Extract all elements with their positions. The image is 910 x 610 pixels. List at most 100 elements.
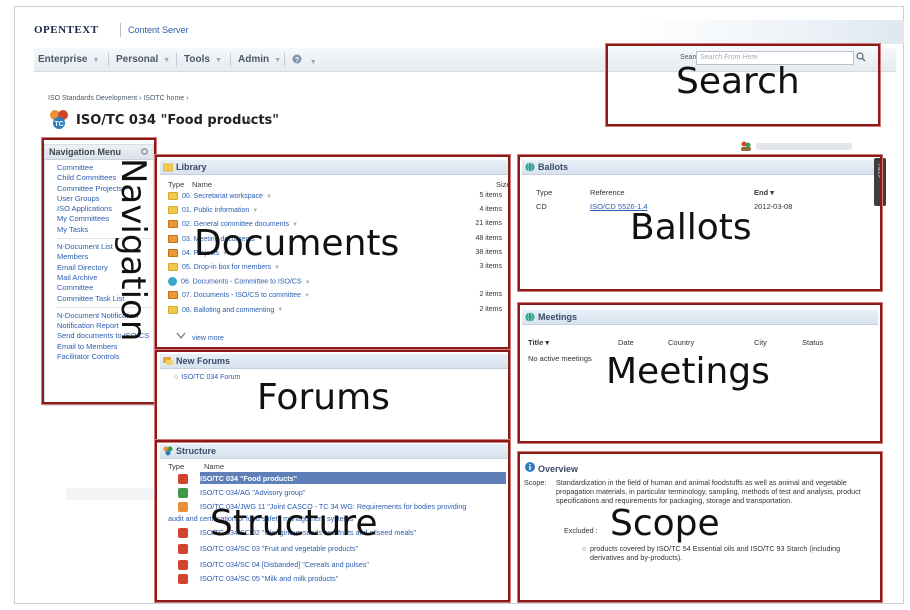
column-header-city[interactable]: City	[754, 338, 767, 347]
panel-header: New Forums	[160, 354, 510, 369]
chevron-down-icon[interactable]: ▼	[304, 293, 310, 299]
menu-enterprise[interactable]: Enterprise ▼	[38, 54, 99, 65]
ballot-end-date: 2012-03-08	[754, 202, 793, 211]
structure-item[interactable]: ISO/TC 034/SC 03 "Fruit and vegetable pr…	[178, 544, 518, 554]
annotation-label-navigation: Navigation	[113, 158, 153, 342]
bullet: ○	[582, 544, 587, 553]
chevron-down-icon[interactable]: ▼	[246, 117, 254, 126]
chevron-down-icon: ▼	[163, 57, 171, 64]
nav-link[interactable]: Email to Members	[57, 342, 155, 352]
column-header-name[interactable]: Name	[204, 462, 224, 471]
folder-icon	[168, 234, 178, 243]
library-item-name[interactable]: 05. Drop-in box for members	[182, 264, 271, 271]
empty-state-text: No active meetings	[528, 354, 592, 363]
committee-icon	[178, 502, 188, 512]
library-item-name[interactable]: 08. Balloting and commenting	[182, 306, 274, 313]
structure-item-name[interactable]: ISO/TC 034 "Food products"	[200, 474, 297, 483]
library-item[interactable]: 08. Balloting and commenting ▼ 2 items	[168, 305, 506, 314]
column-header-end[interactable]: End ▾	[754, 188, 774, 197]
library-item-size: 5 items	[479, 192, 502, 199]
chevron-down-icon: ▼	[309, 59, 317, 66]
structure-item[interactable]: ISO/TC 034/AG "Advisory group"	[178, 488, 518, 498]
product-name[interactable]: Content Server	[128, 25, 189, 35]
library-item[interactable]: 01. Public information ▼ 4 items	[168, 206, 506, 215]
panel-title: Ballots	[538, 162, 569, 172]
nav-divider	[176, 53, 177, 67]
annotation-label-search: Search	[676, 61, 800, 102]
globe-icon	[168, 277, 177, 287]
menu-admin[interactable]: Admin ▼	[238, 54, 281, 65]
folder-icon	[163, 163, 173, 172]
help-menu[interactable]: ? ▼	[292, 54, 317, 67]
library-item-size: 21 items	[475, 220, 502, 228]
library-item[interactable]: 06. Documents - Committee to ISO/CS ▼	[168, 277, 506, 287]
column-header-size[interactable]: Size	[496, 180, 511, 189]
view-more-link[interactable]: view more	[176, 332, 224, 342]
structure-item[interactable]: ISO/TC 034/SC 04 [Disbanded] "Cereals an…	[178, 560, 518, 570]
menu-tools[interactable]: Tools ▼	[184, 54, 222, 65]
chevron-down-icon[interactable]: ▼	[305, 280, 311, 286]
chevron-down-icon[interactable]: ▼	[266, 194, 272, 200]
menu-personal[interactable]: Personal ▼	[116, 54, 170, 65]
breadcrumb[interactable]: ISO Standards Development › ISOTC home ›	[48, 95, 188, 102]
app-header: OPENTEXT Content Server	[34, 20, 904, 44]
forum-item[interactable]: ○ ISO/TC 034 Forum	[174, 374, 240, 381]
column-header-name[interactable]: Name	[192, 180, 212, 189]
side-tab[interactable]: HELP	[874, 158, 886, 206]
folder-icon	[168, 206, 178, 215]
users-icon	[741, 141, 751, 151]
annotation-label-scope: Scope	[610, 503, 720, 544]
chevron-down-icon[interactable]: ▼	[274, 265, 280, 271]
column-header-type[interactable]: Type	[536, 188, 552, 197]
committee-icon: TC	[48, 108, 70, 130]
library-item-name[interactable]: 06. Documents - Committee to ISO/CS	[181, 279, 302, 286]
panel-title: Overview	[538, 464, 579, 474]
annotation-label-structure: Structure	[210, 503, 378, 544]
structure-icon	[163, 446, 173, 456]
excluded-label: Excluded :	[564, 526, 598, 535]
panel-title: Meetings	[538, 312, 578, 322]
chevron-down-icon: ▼	[214, 57, 222, 64]
info-icon	[525, 462, 535, 472]
panel-title: Navigation Menu	[49, 147, 122, 157]
library-item-size: 48 items	[475, 234, 502, 242]
structure-item[interactable]: ISO/TC 034/SC 05 "Milk and milk products…	[178, 574, 518, 584]
annotation-label-forums: Forums	[257, 377, 390, 418]
svg-text:TC: TC	[54, 121, 63, 128]
annotation-label-documents: Documents	[194, 223, 400, 264]
structure-item-name[interactable]: ISO/TC 034/SC 05 "Milk and milk products…	[200, 574, 338, 583]
library-item[interactable]: 07. Documents - ISO/CS to committee ▼ 2 it…	[168, 291, 506, 300]
library-item-name[interactable]: 01. Public information	[182, 207, 249, 214]
column-header-status[interactable]: Status	[802, 338, 823, 347]
structure-item[interactable]: ISO/TC 034 "Food products"	[178, 474, 518, 484]
globe-icon	[525, 312, 535, 322]
library-item-name[interactable]: 00. Secretariat workspace	[182, 193, 263, 200]
chevron-down-icon[interactable]: ▼	[252, 208, 258, 214]
panel-header: Library	[160, 160, 510, 175]
library-item[interactable]: 05. Drop-in box for members ▼ 3 items	[168, 263, 506, 271]
gear-icon[interactable]	[140, 147, 149, 156]
panel-title: New Forums	[176, 356, 231, 366]
structure-item-name[interactable]: ISO/TC 034/AG "Advisory group"	[200, 488, 305, 497]
nav-link[interactable]: Facilitator Controls	[57, 352, 155, 362]
column-header-reference[interactable]: Reference	[590, 188, 625, 197]
committee-icon	[178, 560, 188, 570]
column-header-date[interactable]: Date	[618, 338, 634, 347]
brand-logo[interactable]: OPENTEXT	[34, 24, 99, 36]
library-item-size: 4 items	[479, 206, 502, 214]
forum-icon	[163, 357, 173, 365]
column-header-title[interactable]: Title ▾	[528, 338, 549, 347]
folder-icon	[168, 248, 178, 257]
nav-divider	[108, 53, 109, 67]
chevron-down-icon[interactable]: ▼	[277, 307, 283, 313]
library-item[interactable]: 00. Secretariat workspace ▼ 5 items	[168, 192, 506, 200]
chevron-down-icon: ▼	[92, 57, 100, 64]
column-header-type[interactable]: Type	[168, 180, 184, 189]
search-icon[interactable]	[856, 52, 868, 64]
column-header-type[interactable]: Type	[168, 462, 184, 471]
column-header-country[interactable]: Country	[668, 338, 694, 347]
background-strip	[66, 488, 154, 500]
structure-item-name[interactable]: ISO/TC 034/SC 04 [Disbanded] "Cereals an…	[200, 560, 369, 569]
structure-item-name[interactable]: ISO/TC 034/SC 03 "Fruit and vegetable pr…	[200, 544, 358, 553]
library-item-name[interactable]: 07. Documents - ISO/CS to committee	[182, 292, 301, 299]
